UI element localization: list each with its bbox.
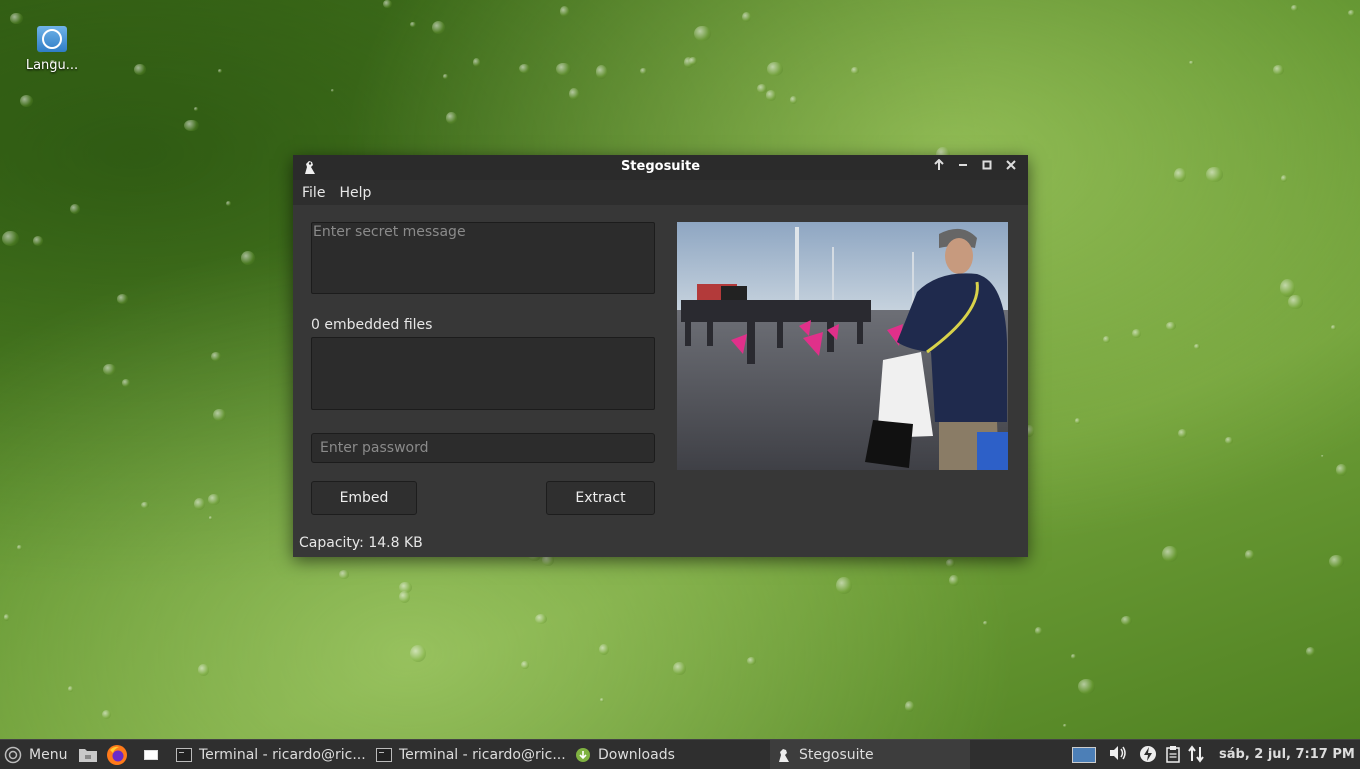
taskbar: Menu Terminal - ricardo@ric... Terminal … [0,739,1360,769]
secret-message-input[interactable]: Enter secret message [311,222,655,294]
taskbar-task-downloads[interactable]: Downloads [575,740,675,769]
maximize-button[interactable] [978,158,996,176]
task-label: Terminal - ricardo@ric... [399,746,566,763]
desktop-icon-language[interactable]: Langu... [18,26,86,73]
taskbar-task-terminal-2[interactable]: Terminal - ricardo@ric... [376,740,566,769]
files-launcher[interactable] [78,740,98,769]
network-button[interactable] [1187,745,1205,763]
window-title: Stegosuite [620,159,701,174]
firefox-launcher[interactable] [106,740,128,769]
minimize-button[interactable] [954,158,972,176]
language-icon [37,26,67,52]
menu-file[interactable]: File [295,185,332,201]
task-label: Downloads [598,746,675,763]
extract-button[interactable]: Extract [546,481,655,515]
download-icon [576,747,590,762]
clipboard-button[interactable] [1164,745,1182,763]
close-icon [1006,160,1016,170]
arrow-up-icon [934,158,944,170]
folder-icon [79,748,97,762]
workspace-switcher[interactable] [1072,745,1096,763]
stegosuite-app-icon [779,748,789,762]
mint-menu-icon [4,746,22,763]
secret-message-placeholder: Enter secret message [313,224,466,240]
password-input[interactable]: Enter password [311,433,655,463]
menu-label: Menu [29,746,68,763]
keep-above-button[interactable] [930,158,948,176]
clock[interactable]: sáb, 2 jul, 7:17 PM [1219,740,1355,769]
power-button[interactable] [1139,745,1157,763]
capacity-label: Capacity: 14.8 KB [299,535,423,551]
clipboard-icon [1166,746,1180,763]
window-titlebar[interactable]: Stegosuite [293,155,1028,180]
menubar: File Help [293,180,1028,205]
volume-button[interactable] [1109,745,1127,763]
embedded-files-label: 0 embedded files [311,317,433,333]
taskbar-task-terminal-1[interactable]: Terminal - ricardo@ric... [176,740,366,769]
embed-button[interactable]: Embed [311,481,417,515]
stegosuite-window: Stegosuite File Help Enter secret messag… [293,155,1028,557]
minimize-icon [959,164,967,166]
volume-icon [1110,746,1126,760]
password-placeholder: Enter password [320,440,429,456]
terminal-icon [376,747,392,762]
battery-charging-icon [1140,746,1156,762]
terminal-launcher[interactable] [139,740,163,769]
task-label: Stegosuite [799,746,874,763]
firefox-icon [107,744,127,765]
network-transfer-icon [1188,745,1204,763]
close-button[interactable] [1002,158,1020,176]
menu-button[interactable]: Menu [4,740,67,769]
workspace-icon [1072,747,1096,763]
menu-help[interactable]: Help [332,185,378,201]
taskbar-task-stegosuite[interactable]: Stegosuite [770,740,970,769]
desktop-icon-label: Langu... [25,58,79,73]
cover-image-preview[interactable] [677,222,1008,470]
maximize-icon [982,160,992,170]
terminal-launcher-icon [144,749,158,760]
terminal-icon [176,747,192,762]
embedded-files-list[interactable] [311,337,655,410]
task-label: Terminal - ricardo@ric... [199,746,366,763]
protest-photo [677,222,1008,470]
